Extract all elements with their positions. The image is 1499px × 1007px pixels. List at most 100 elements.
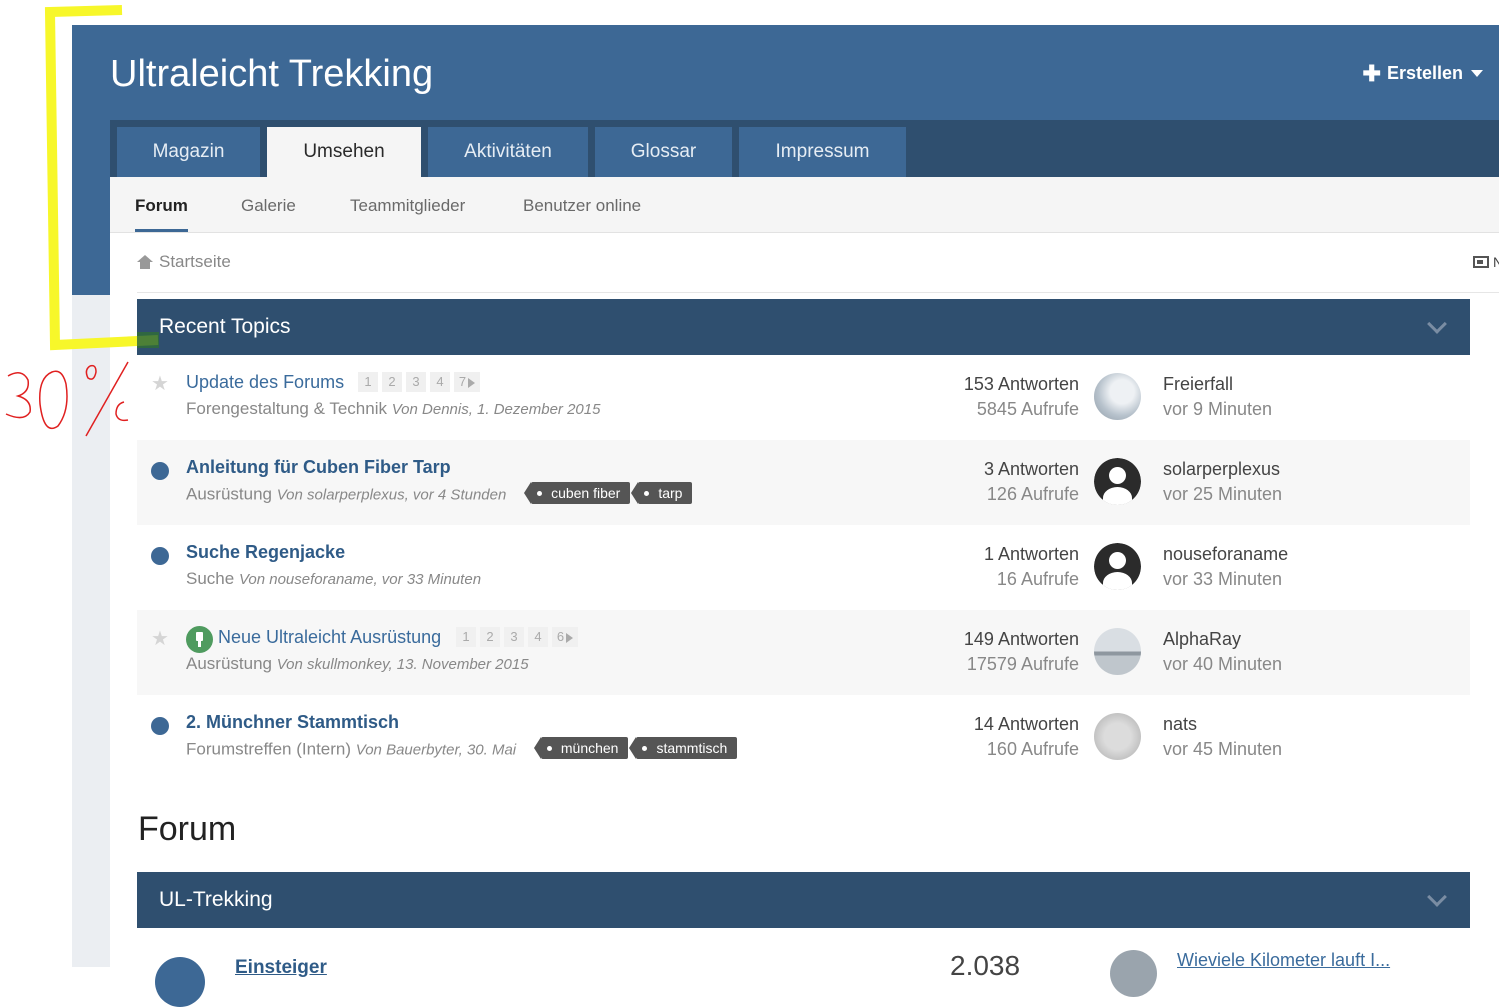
- tab-impressum[interactable]: Impressum: [739, 127, 906, 177]
- last-poster-name[interactable]: AlphaRay: [1163, 627, 1282, 652]
- tab-glossar[interactable]: Glossar: [595, 127, 732, 177]
- reply-count: 3 Antworten: [983, 459, 1079, 479]
- last-post-time[interactable]: vor 25 Minuten: [1163, 482, 1282, 507]
- star-icon[interactable]: ★: [151, 629, 169, 649]
- last-poster: Freierfall vor 9 Minuten: [1163, 372, 1272, 422]
- topic-meta: Forumstreffen (Intern) Von Bauerbyter, 3…: [186, 737, 738, 761]
- forum-heading: Forum: [138, 810, 237, 848]
- last-poster: nouseforaname vor 33 Minuten: [1163, 542, 1288, 592]
- page-link-last[interactable]: 6: [552, 627, 578, 647]
- last-poster: AlphaRay vor 40 Minuten: [1163, 627, 1282, 677]
- collapse-chevron-icon[interactable]: [1427, 887, 1447, 907]
- recent-topics-header[interactable]: Recent Topics: [137, 299, 1470, 355]
- topic-stats: 1 Antworten 16 Aufrufe: [984, 542, 1079, 592]
- breadcrumb[interactable]: Startseite: [137, 252, 231, 272]
- last-poster: nats vor 45 Minuten: [1163, 712, 1282, 762]
- subnav-teammitglieder[interactable]: Teammitglieder: [350, 177, 465, 233]
- collapse-chevron-icon[interactable]: [1427, 314, 1447, 334]
- subnav-galerie[interactable]: Galerie: [241, 177, 296, 233]
- avatar[interactable]: [1094, 628, 1141, 675]
- view-count: 126 Aufrufe: [986, 484, 1079, 504]
- last-post-time[interactable]: vor 40 Minuten: [1163, 652, 1282, 677]
- page-link[interactable]: 1: [358, 372, 378, 392]
- page-link[interactable]: 2: [382, 372, 402, 392]
- forum-name[interactable]: Forengestaltung & Technik: [186, 399, 387, 418]
- forum-name[interactable]: Ausrüstung: [186, 484, 272, 503]
- forum-name[interactable]: Ausrüstung: [186, 654, 272, 673]
- reply-count: 153 Antworten: [963, 374, 1079, 394]
- plus-icon: ✚: [1362, 60, 1381, 86]
- page-link[interactable]: 4: [528, 627, 548, 647]
- topic-stats: 14 Antworten 160 Aufrufe: [974, 712, 1079, 762]
- topic-row[interactable]: ★ Neue Ultraleicht Ausrüstung 1 2 3 4 6 …: [137, 610, 1470, 695]
- last-poster-name[interactable]: Freierfall: [1163, 372, 1272, 397]
- tag[interactable]: stammtisch: [629, 737, 738, 759]
- page-link[interactable]: 1: [456, 627, 476, 647]
- tab-magazin[interactable]: Magazin: [117, 127, 260, 177]
- view-count: 160 Aufrufe: [986, 739, 1079, 759]
- star-icon[interactable]: ★: [151, 374, 169, 394]
- avatar[interactable]: [1110, 950, 1157, 997]
- tag[interactable]: tarp: [631, 482, 693, 504]
- last-poster-name[interactable]: nouseforaname: [1163, 542, 1288, 567]
- topic-row[interactable]: ★ Update des Forums 1 2 3 4 7 Forengesta…: [137, 355, 1470, 440]
- avatar[interactable]: [1094, 713, 1141, 760]
- last-post-time[interactable]: vor 9 Minuten: [1163, 397, 1272, 422]
- breadcrumb-home[interactable]: Startseite: [159, 252, 231, 272]
- reply-count: 14 Antworten: [973, 714, 1079, 734]
- topic-stats: 149 Antworten 17579 Aufrufe: [964, 627, 1079, 677]
- topic-row[interactable]: 2. Münchner Stammtisch Forumstreffen (In…: [137, 695, 1470, 780]
- topic-title[interactable]: Neue Ultraleicht Ausrüstung: [218, 627, 441, 648]
- site-title[interactable]: Ultraleicht Trekking: [110, 52, 433, 96]
- last-poster-name[interactable]: nats: [1163, 712, 1282, 737]
- tag[interactable]: münchen: [533, 737, 629, 759]
- forum-last-post[interactable]: Wieviele Kilometer lauft I...: [1177, 950, 1390, 971]
- view-count: 5845 Aufrufe: [976, 399, 1079, 419]
- page-link-last[interactable]: 7: [454, 372, 480, 392]
- topic-stats: 153 Antworten 5845 Aufrufe: [964, 372, 1079, 422]
- page-link[interactable]: 4: [430, 372, 450, 392]
- topic-row[interactable]: Suche Regenjacke Suche Von nouseforaname…: [137, 525, 1470, 610]
- reply-count: 1 Antworten: [983, 544, 1079, 564]
- avatar[interactable]: [1094, 373, 1141, 420]
- forum-name[interactable]: Suche: [186, 569, 234, 588]
- sub-nav: Forum Galerie Teammitglieder Benutzer on…: [110, 177, 1499, 233]
- topic-row[interactable]: Anleitung für Cuben Fiber Tarp Ausrüstun…: [137, 440, 1470, 525]
- forum-category-title[interactable]: UL-Trekking: [159, 872, 273, 928]
- topic-title[interactable]: Suche Regenjacke: [186, 542, 345, 563]
- page-link[interactable]: 2: [480, 627, 500, 647]
- topic-author: Von Dennis, 1. Dezember 2015: [391, 401, 601, 418]
- home-icon: [137, 255, 153, 269]
- unread-dot-icon: [151, 547, 169, 565]
- topic-meta: Ausrüstung Von skullmonkey, 13. November…: [186, 654, 529, 674]
- last-post-time[interactable]: vor 45 Minuten: [1163, 737, 1282, 762]
- forum-category-header[interactable]: UL-Trekking: [137, 872, 1470, 928]
- topic-meta: Suche Von nouseforaname, vor 33 Minuten: [186, 569, 481, 589]
- topic-author: Von solarperplexus, vor 4 Stunden: [276, 486, 507, 504]
- topic-author: Von Bauerbyter, 30. Mai: [355, 741, 517, 759]
- avatar-head: [1109, 467, 1126, 484]
- page-link[interactable]: 3: [406, 372, 426, 392]
- view-count: 17579 Aufrufe: [966, 654, 1079, 674]
- subnav-benutzer-online[interactable]: Benutzer online: [523, 177, 641, 233]
- topic-pagination: 1 2 3 4 6: [456, 627, 578, 647]
- avatar[interactable]: [1094, 543, 1141, 590]
- topic-title[interactable]: Update des Forums: [186, 372, 344, 393]
- subnav-forum[interactable]: Forum: [135, 177, 188, 232]
- forum-title[interactable]: Einsteiger: [235, 957, 327, 979]
- tab-aktivitaeten[interactable]: Aktivitäten: [428, 127, 588, 177]
- tab-umsehen[interactable]: Umsehen: [267, 127, 421, 177]
- topic-title[interactable]: Anleitung für Cuben Fiber Tarp: [186, 457, 451, 478]
- avatar[interactable]: [1094, 458, 1141, 505]
- last-poster-name[interactable]: solarperplexus: [1163, 457, 1282, 482]
- forum-name[interactable]: Forumstreffen (Intern): [186, 739, 351, 758]
- page-link[interactable]: 3: [504, 627, 524, 647]
- last-post-time[interactable]: vor 33 Minuten: [1163, 567, 1288, 592]
- topic-author: Von skullmonkey, 13. November 2015: [276, 656, 529, 673]
- reply-count: 149 Antworten: [963, 629, 1079, 649]
- tag[interactable]: cuben fiber: [524, 482, 631, 504]
- create-button[interactable]: ✚ Erstellen: [1362, 60, 1483, 86]
- unread-dot-icon: [151, 717, 169, 735]
- feed-icon[interactable]: [1473, 256, 1489, 268]
- topic-title[interactable]: 2. Münchner Stammtisch: [186, 712, 399, 733]
